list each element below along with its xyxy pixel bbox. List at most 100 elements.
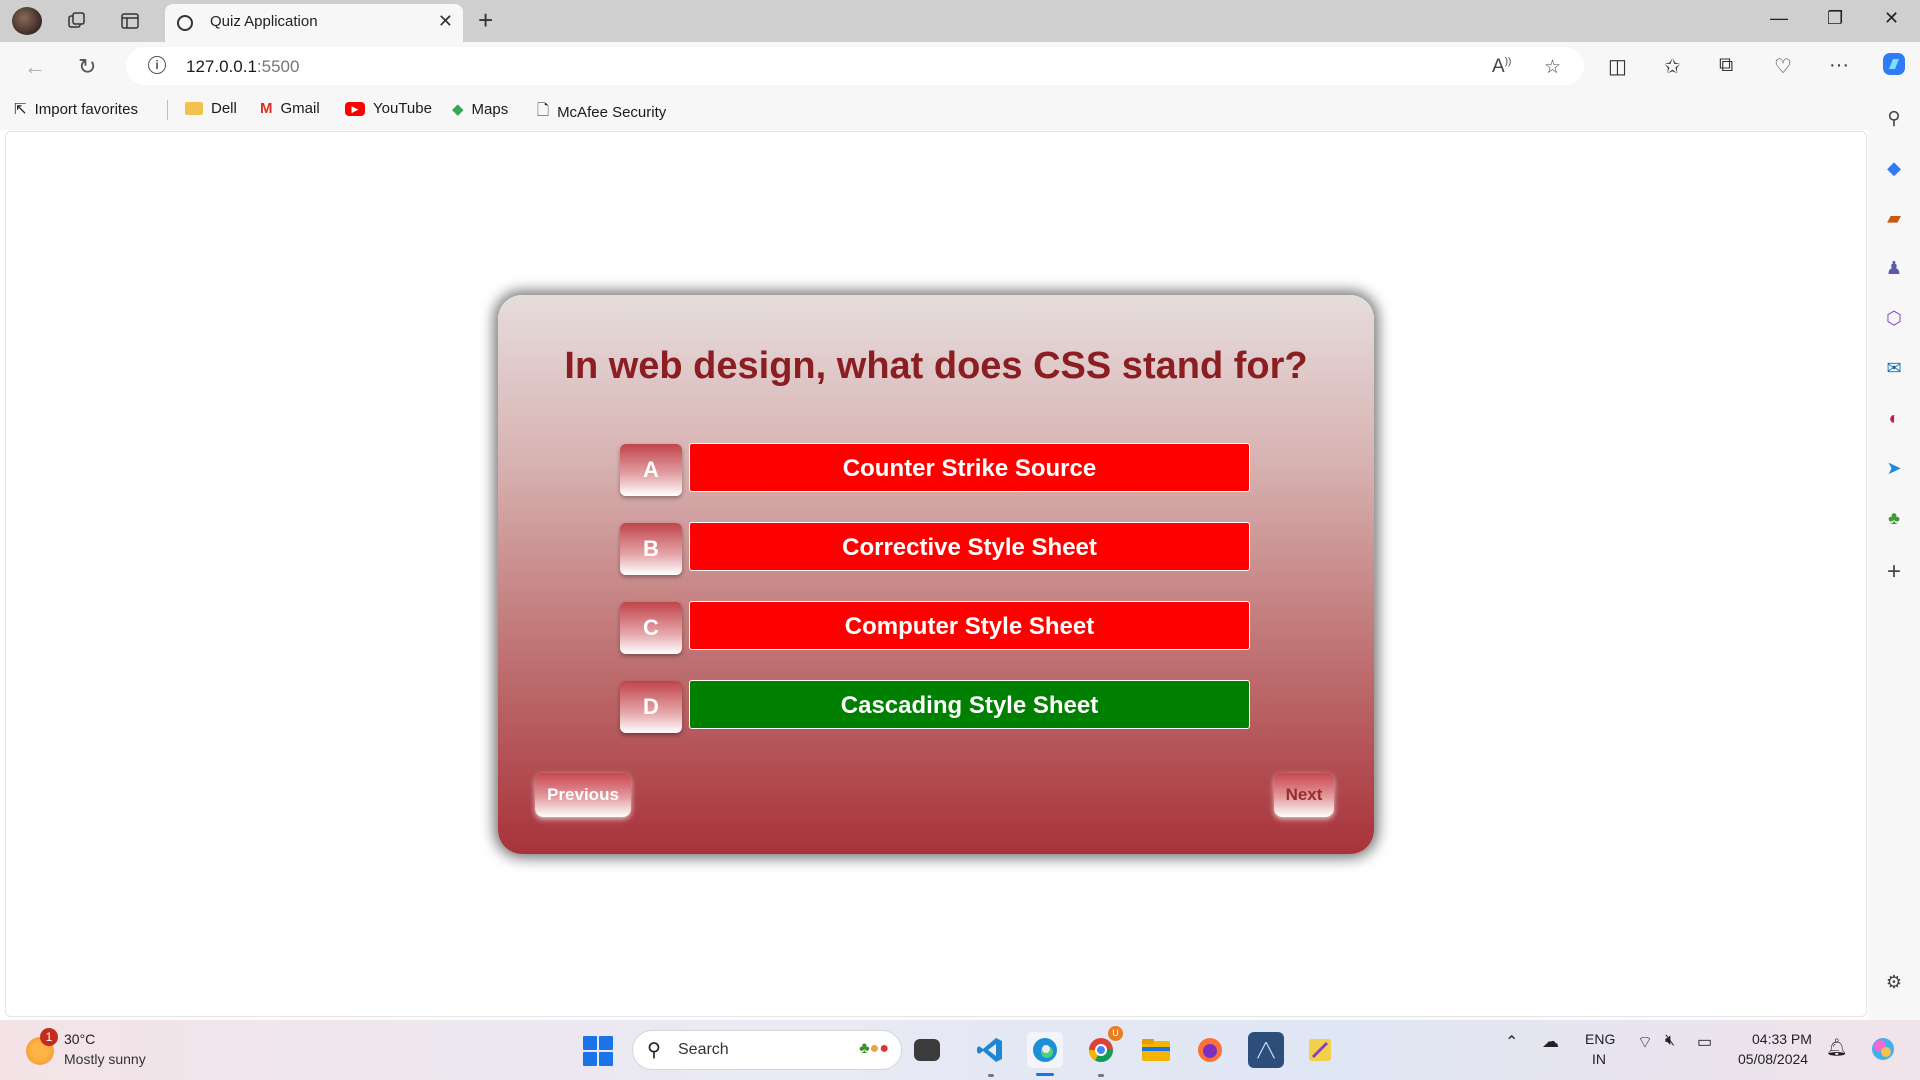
favorite-star-icon[interactable]: ☆ xyxy=(1544,56,1561,79)
taskbar-search[interactable]: ⚲ Search ♣●● xyxy=(632,1030,902,1070)
read-aloud-icon[interactable]: A)) xyxy=(1492,56,1511,78)
edge-icon[interactable] xyxy=(1027,1032,1063,1068)
send-icon[interactable]: ➤ xyxy=(1882,456,1906,480)
import-icon: ⇱ xyxy=(14,101,27,118)
wifi-icon[interactable]: ⌔ xyxy=(1637,1032,1653,1053)
browser-title-bar: Quiz Application ✕ + — ❐ ✕ xyxy=(0,0,1920,42)
favorite-maps[interactable]: ◆ Maps xyxy=(452,100,509,119)
settings-gear-icon[interactable]: ⚙ xyxy=(1882,970,1906,994)
notification-bell-icon[interactable]: 🔔︎ xyxy=(1826,1038,1848,1058)
firefox-icon[interactable] xyxy=(1192,1032,1228,1068)
microsoft365-icon[interactable]: ⬡ xyxy=(1882,306,1906,330)
option-b-letter[interactable]: B xyxy=(620,523,682,575)
address-url[interactable]: 127.0.0.1:5500 xyxy=(186,57,299,77)
split-screen-icon[interactable]: ◫ xyxy=(1608,54,1627,79)
input-region[interactable]: IN xyxy=(1592,1051,1606,1067)
weather-description[interactable]: Mostly sunny xyxy=(64,1051,146,1067)
profile-avatar[interactable] xyxy=(12,7,42,35)
games-icon[interactable]: ♟ xyxy=(1882,256,1906,280)
next-button[interactable]: Next xyxy=(1274,773,1334,817)
youtube-icon: ▶ xyxy=(345,101,365,116)
shopping-tag-icon[interactable]: ◆ xyxy=(1882,156,1906,180)
designer-icon[interactable]: ◐ xyxy=(1882,406,1906,430)
favorite-mcafee[interactable]: 🗋 McAfee Security xyxy=(537,100,666,125)
file-explorer-icon[interactable] xyxy=(1138,1032,1174,1068)
tab-favicon-icon xyxy=(177,15,193,31)
refresh-icon[interactable]: ↻ xyxy=(78,54,96,80)
address-bar[interactable]: i 127.0.0.1:5500 A)) ☆ xyxy=(126,47,1584,85)
favorite-label: Maps xyxy=(471,100,509,118)
favorites-icon[interactable]: ✩ xyxy=(1664,54,1681,79)
option-c-button[interactable]: Computer Style Sheet xyxy=(689,601,1250,650)
search-placeholder: Search xyxy=(678,1041,729,1058)
tools-icon[interactable]: ▰ xyxy=(1882,206,1906,230)
favorite-label: Dell xyxy=(211,100,237,117)
folder-icon xyxy=(185,102,203,115)
option-b-button[interactable]: Corrective Style Sheet xyxy=(689,522,1250,571)
previous-button[interactable]: Previous xyxy=(535,773,631,817)
quiz-question: In web design, what does CSS stand for? xyxy=(564,345,1308,387)
favorite-youtube[interactable]: ▶ YouTube xyxy=(345,100,432,117)
input-language[interactable]: ENG xyxy=(1585,1031,1615,1047)
chrome-icon[interactable]: U xyxy=(1083,1026,1123,1068)
devtools-app-icon[interactable]: ╱╲ xyxy=(1248,1032,1284,1068)
new-tab-icon[interactable]: + xyxy=(478,6,493,34)
option-a-letter[interactable]: A xyxy=(620,444,682,496)
browser-toolbar: ← ↻ i 127.0.0.1:5500 A)) ☆ ◫ ✩ ⧉ ♡ ··· xyxy=(0,42,1920,90)
favorite-gmail[interactable]: M Gmail xyxy=(260,100,320,117)
option-d-letter[interactable]: D xyxy=(620,681,682,733)
favorite-import[interactable]: ⇱ Import favorites xyxy=(14,100,138,119)
outlook-icon[interactable]: ✉ xyxy=(1882,356,1906,380)
maps-icon: ◆ xyxy=(452,101,464,118)
task-view-icon[interactable] xyxy=(914,1039,940,1061)
taskbar-time[interactable]: 04:33 PM xyxy=(1752,1031,1812,1047)
quiz-card: In web design, what does CSS stand for? … xyxy=(498,295,1374,854)
search-highlight-icon: ♣●● xyxy=(859,1040,889,1057)
restore-icon[interactable]: ❐ xyxy=(1827,8,1843,29)
browser-essentials-icon[interactable]: ♡ xyxy=(1774,54,1792,79)
collections-icon[interactable]: ⧉ xyxy=(1719,54,1733,77)
close-tab-icon[interactable]: ✕ xyxy=(438,11,453,32)
url-port: :5500 xyxy=(256,57,300,76)
minimize-icon[interactable]: — xyxy=(1770,8,1788,29)
vscode-running-indicator xyxy=(988,1074,994,1077)
window-close-icon[interactable]: ✕ xyxy=(1884,8,1899,29)
site-info-icon[interactable]: i xyxy=(148,56,166,74)
workspaces-icon[interactable] xyxy=(64,8,90,34)
url-host: 127.0.0.1 xyxy=(186,57,257,76)
windows-taskbar: 1 30°C Mostly sunny ⚲ Search ♣●● U ╱╲ ⌃ … xyxy=(0,1020,1920,1080)
tab-title: Quiz Application xyxy=(210,13,318,30)
favorite-label: YouTube xyxy=(373,100,432,117)
weather-temperature[interactable]: 30°C xyxy=(64,1031,95,1047)
page-icon: 🗋 xyxy=(537,102,550,119)
add-sidebar-app-icon[interactable]: + xyxy=(1882,558,1906,585)
chrome-running-indicator xyxy=(1098,1074,1104,1077)
battery-charging-icon[interactable]: ▭ xyxy=(1697,1032,1712,1052)
back-icon[interactable]: ← xyxy=(24,54,46,80)
onedrive-sync-icon[interactable]: ☁ xyxy=(1542,1032,1559,1052)
option-c-letter[interactable]: C xyxy=(620,602,682,654)
favorite-dell[interactable]: Dell xyxy=(185,100,237,117)
copilot-pre-icon[interactable] xyxy=(1868,1034,1898,1067)
windows-start-icon[interactable] xyxy=(583,1036,613,1066)
taskbar-date[interactable]: 05/08/2024 xyxy=(1738,1051,1808,1067)
sidebar-rail: ⚲ ◆ ▰ ♟ ⬡ ✉ ◐ ➤ ♣ + ⚙ xyxy=(1868,90,1920,1020)
show-hidden-icons-chevron-icon[interactable]: ⌃ xyxy=(1505,1032,1518,1052)
more-options-icon[interactable]: ··· xyxy=(1829,54,1849,77)
vscode-icon[interactable] xyxy=(972,1032,1008,1068)
copilot-icon[interactable] xyxy=(1880,50,1908,84)
color-picker-app-icon[interactable] xyxy=(1302,1032,1338,1068)
option-d-button[interactable]: Cascading Style Sheet xyxy=(689,680,1250,729)
option-a-button[interactable]: Counter Strike Source xyxy=(689,443,1250,492)
favorite-label: Import favorites xyxy=(34,100,138,118)
favorites-bar: ⇱ Import favorites Dell M Gmail ▶ YouTub… xyxy=(0,90,1920,130)
edge-active-indicator xyxy=(1036,1073,1054,1076)
volume-muted-icon[interactable]: 🔇︎ xyxy=(1665,1032,1675,1050)
tree-icon[interactable]: ♣ xyxy=(1882,506,1906,530)
search-magnifier-icon: ⚲ xyxy=(647,1040,661,1061)
tab-quiz-application[interactable]: Quiz Application ✕ xyxy=(165,4,463,42)
search-icon[interactable]: ⚲ xyxy=(1882,106,1906,130)
weather-badge: 1 xyxy=(40,1028,58,1046)
tab-actions-icon[interactable] xyxy=(117,8,143,34)
favorite-label: McAfee Security xyxy=(557,104,667,121)
